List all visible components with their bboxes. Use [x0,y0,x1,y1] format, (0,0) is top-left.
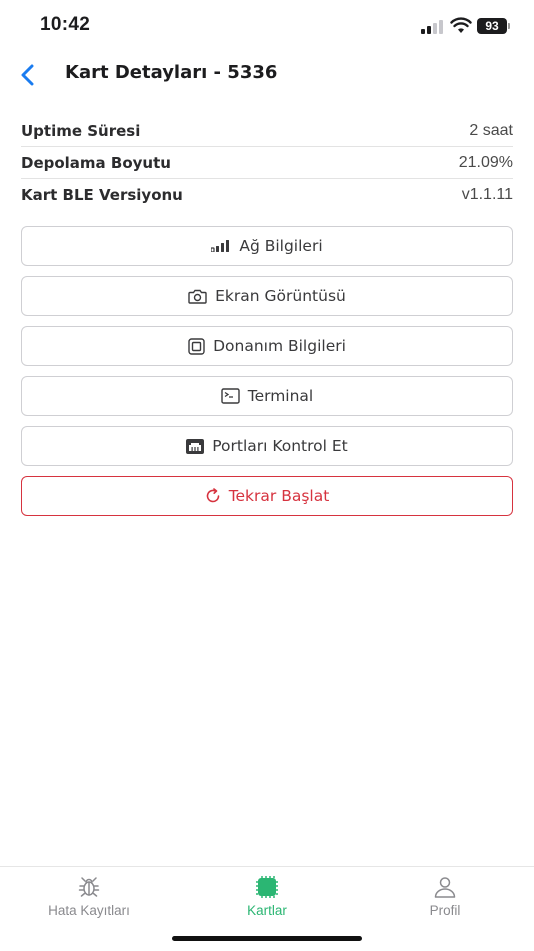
tab-error-logs[interactable]: Hata Kayıtları [0,875,178,918]
screenshot-button[interactable]: Ekran Görüntüsü [21,276,513,316]
info-row-ble-version: Kart BLE Versiyonu v1.1.11 [21,179,513,210]
action-label: Donanım Bilgileri [213,337,346,355]
chevron-left-icon [21,64,34,86]
info-value: v1.1.11 [461,185,513,203]
board-chip-icon [256,876,278,898]
tab-cards[interactable]: Kartlar [178,875,356,918]
status-bar: 10:42 93 [0,0,534,54]
chip-icon [188,337,205,355]
info-value: 21.09% [458,153,513,171]
restart-button[interactable]: Tekrar Başlat [21,476,513,516]
action-label: Terminal [247,387,314,405]
bug-icon [78,877,100,897]
card-info-list: Uptime Süresi 2 saat Depolama Boyutu 21.… [21,115,513,210]
info-value: 2 saat [469,121,513,139]
action-label: Tekrar Başlat [228,487,330,505]
wifi-icon [450,17,472,33]
check-ports-button[interactable]: Portları Kontrol Et [21,426,513,466]
terminal-button[interactable]: Terminal [21,376,513,416]
camera-icon [188,289,207,304]
restart-icon [205,488,221,504]
tab-label: Hata Kayıtları [48,903,130,918]
network-info-button[interactable]: Ağ Bilgileri [21,226,513,266]
person-icon [434,877,456,898]
info-row-uptime: Uptime Süresi 2 saat [21,115,513,147]
tab-label: Profil [429,903,461,918]
page-title: Kart Detayları - 5336 [65,62,278,83]
status-time: 10:42 [40,14,91,35]
cellular-signal-icon [421,20,445,34]
home-indicator [172,936,362,941]
terminal-icon [221,388,240,404]
tab-label: Kartlar [247,903,287,918]
info-label: Kart BLE Versiyonu [21,185,183,204]
signal-bars-icon [211,240,231,252]
ethernet-port-icon [186,438,205,454]
tab-profile[interactable]: Profil [356,875,534,918]
action-label: Portları Kontrol Et [212,437,348,455]
action-list: Ağ Bilgileri Ekran Görüntüsü Donanım Bil… [21,226,513,526]
hardware-info-button[interactable]: Donanım Bilgileri [21,326,513,366]
back-button[interactable] [10,58,44,92]
info-label: Depolama Boyutu [21,153,171,172]
action-label: Ekran Görüntüsü [215,287,346,305]
battery-indicator: 93 [477,18,507,34]
info-label: Uptime Süresi [21,121,141,140]
info-row-storage: Depolama Boyutu 21.09% [21,147,513,179]
action-label: Ağ Bilgileri [239,237,323,255]
battery-tip [508,23,510,29]
